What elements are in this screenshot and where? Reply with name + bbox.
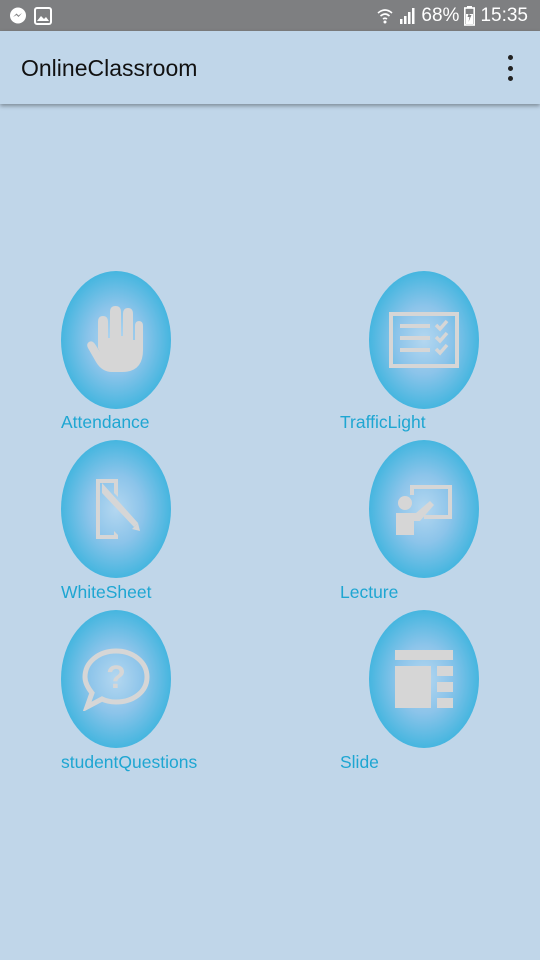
trafficlight-label: TrafficLight bbox=[340, 412, 426, 432]
whitesheet-label: WhiteSheet bbox=[61, 582, 152, 602]
studentquestions-label: studentQuestions bbox=[61, 752, 198, 772]
battery-icon bbox=[464, 6, 476, 26]
presenter-icon bbox=[394, 481, 454, 537]
gallery-icon bbox=[34, 7, 52, 25]
question-bubble-icon: ? bbox=[81, 647, 151, 711]
battery-text: 68% bbox=[421, 5, 460, 26]
slide-layout-icon bbox=[394, 649, 454, 709]
hand-icon bbox=[86, 304, 146, 376]
status-right: 68% 15:35 bbox=[377, 4, 528, 28]
clock: 15:35 bbox=[480, 5, 528, 26]
checklist-icon bbox=[389, 312, 459, 368]
slide-button[interactable] bbox=[369, 610, 479, 748]
studentquestions-button[interactable]: ? bbox=[61, 610, 171, 748]
door-sheet-icon bbox=[88, 477, 144, 541]
attendance-label: Attendance bbox=[61, 412, 150, 432]
whitesheet-button[interactable] bbox=[61, 440, 171, 578]
more-vert-icon[interactable] bbox=[502, 55, 518, 81]
app-title: OnlineClassroom bbox=[21, 55, 198, 81]
attendance-button[interactable] bbox=[61, 271, 171, 409]
trafficlight-button[interactable] bbox=[369, 271, 479, 409]
signal-icon bbox=[398, 7, 416, 25]
wifi-icon bbox=[377, 7, 393, 25]
status-bar: 68% 15:35 bbox=[0, 0, 540, 31]
slide-label: Slide bbox=[340, 752, 379, 772]
app-bar: OnlineClassroom bbox=[0, 31, 540, 104]
svg-text:?: ? bbox=[106, 659, 126, 695]
lecture-label: Lecture bbox=[340, 582, 399, 602]
messenger-icon bbox=[9, 7, 27, 25]
lecture-button[interactable] bbox=[369, 440, 479, 578]
